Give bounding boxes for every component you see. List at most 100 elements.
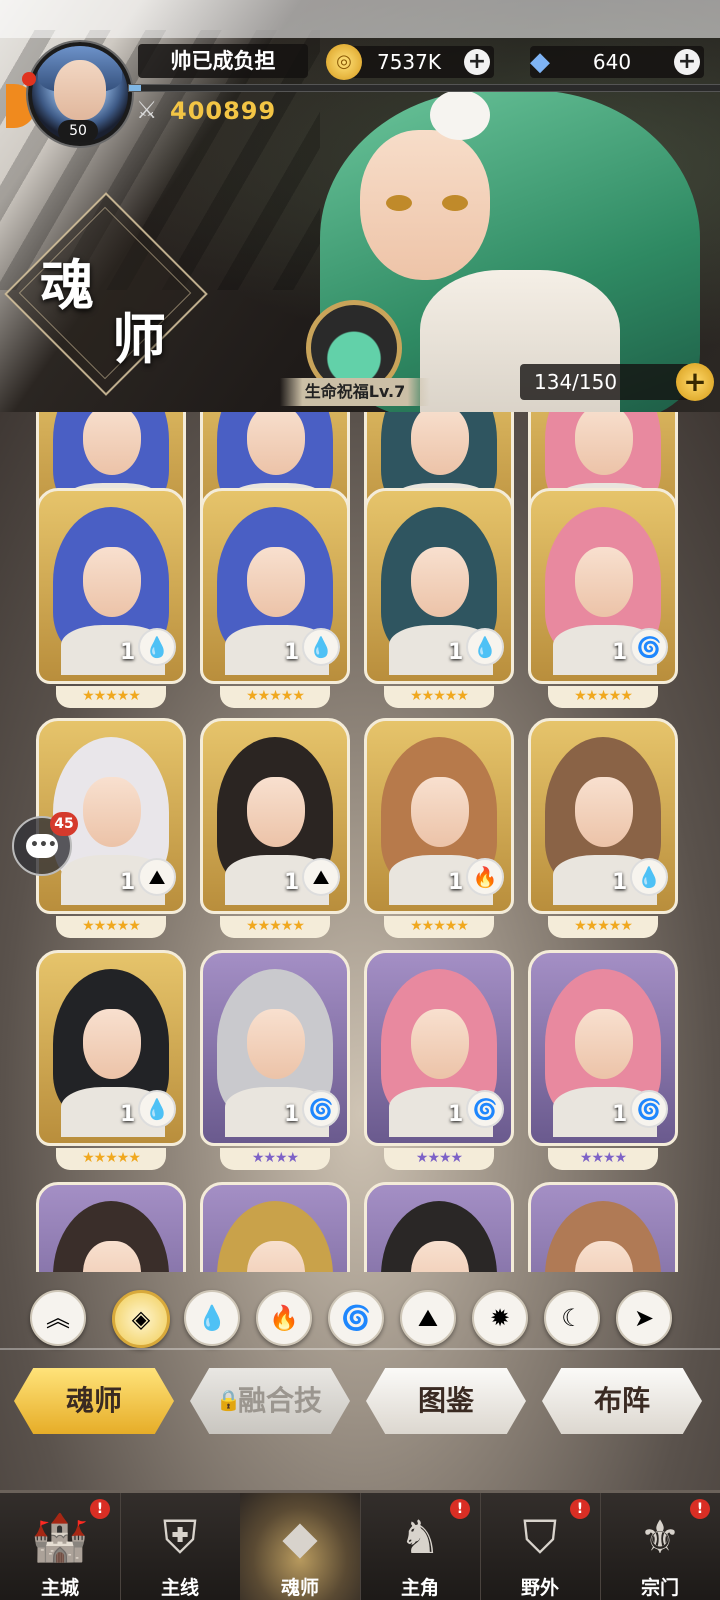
wind-element-icon: 🌀 <box>466 1090 504 1128</box>
tab-soul-master[interactable]: 魂师 <box>14 1368 174 1434</box>
character-card[interactable]: 1 🌀 ★★★★ <box>364 950 514 1172</box>
game-screen: 魂 师 50 帅已成负担 ⚔ 400899 ◎ 7537K + ◆ 640 + … <box>0 0 720 1600</box>
character-card[interactable]: 1 💧 ★★★★★ <box>36 950 186 1172</box>
wind-element-icon: 🌀 <box>630 1090 668 1128</box>
bottom-nav: 🏰 主城! ⛨ 主线 ◆ 魂师 ♞ 主角! ⛉ 野外! ⚜ 宗门! <box>0 1490 720 1600</box>
life-blessing[interactable]: 生命祝福Lv.7 <box>280 300 430 412</box>
page-title-line1: 魂 <box>40 253 94 317</box>
filter-wind-icon[interactable]: 🌀 <box>328 1290 384 1346</box>
add-gold-button[interactable]: + <box>464 49 490 75</box>
tab-fusion-skill[interactable]: 🔒 融合技 <box>190 1368 350 1434</box>
filter-all-icon[interactable]: ◈ <box>112 1290 170 1348</box>
diamond-counter: ◆ 640 + <box>530 46 704 78</box>
filter-up-arrows-icon[interactable]: ︽ <box>30 1290 86 1346</box>
card-stars: ★★★★★ <box>220 686 330 708</box>
character-card[interactable] <box>36 1182 186 1272</box>
hero-banner: 魂 师 50 帅已成负担 ⚔ 400899 ◎ 7537K + ◆ 640 + … <box>0 0 720 420</box>
chat-dots: ••• <box>30 837 57 853</box>
character-card[interactable]: 1 💧 ★★★★★ <box>364 488 514 710</box>
expand-capacity-button[interactable]: + <box>676 363 714 401</box>
card-level: 1 <box>612 1102 628 1127</box>
character-grid[interactable]: 1 💧 ★★★★★ 1 💧 ★★★★★ 1 💧 ★★★★★ 1 🌀 ★★★★★ 1 ⛰ ★★★★★ 1 ⛰ ★★★… <box>0 412 720 1272</box>
player-name: 帅已成负担 <box>138 44 308 78</box>
chat-unread-badge: 45 <box>50 812 78 836</box>
character-portrait <box>381 1201 497 1272</box>
water-element-icon: 💧 <box>138 628 176 666</box>
water-element-icon: 💧 <box>466 628 504 666</box>
alert-badge: ! <box>570 1499 590 1519</box>
tab-soul-master-label: 魂师 <box>65 1384 122 1417</box>
capacity-value: 134/150 <box>534 370 618 394</box>
card-stars: ★★★★★ <box>548 916 658 938</box>
chat-button[interactable]: ••• 45 <box>12 812 78 876</box>
nav-wild[interactable]: ⛉ 野外! <box>480 1493 601 1600</box>
filter-light-icon[interactable]: ✹ <box>472 1290 528 1346</box>
character-card[interactable]: 1 🔥 ★★★★★ <box>364 718 514 940</box>
character-card[interactable]: 1 💧 ★★★★★ <box>36 488 186 710</box>
character-card[interactable]: 1 🌀 ★★★★ <box>528 950 678 1172</box>
card-level: 1 <box>448 1102 464 1127</box>
card-frame <box>36 1182 186 1272</box>
status-bar <box>0 0 720 38</box>
character-card[interactable] <box>200 1182 350 1272</box>
page-title: 魂 师 <box>40 255 200 369</box>
nav-hero[interactable]: ♞ 主角! <box>360 1493 481 1600</box>
element-filter-row: ︽ ◈ 💧 🔥 🌀 ⛰ ✹ ☾ ➤ <box>0 1290 720 1350</box>
card-stars: ★★★★★ <box>56 686 166 708</box>
page-title-line2: 师 <box>112 307 166 371</box>
add-diamond-button[interactable]: + <box>674 49 700 75</box>
card-level: 1 <box>448 640 464 665</box>
fire-element-icon: 🔥 <box>466 858 504 896</box>
filter-water-icon[interactable]: 💧 <box>184 1290 240 1346</box>
filter-fire-icon[interactable]: 🔥 <box>256 1290 312 1346</box>
gold-coin-icon: ◎ <box>326 44 362 80</box>
tab-formation[interactable]: 布阵 <box>542 1368 702 1434</box>
filter-special-icon[interactable]: ➤ <box>616 1290 672 1346</box>
character-card[interactable]: 1 💧 ★★★★★ <box>528 718 678 940</box>
nav-label: 主城 <box>40 1577 79 1599</box>
nav-sect[interactable]: ⚜ 宗门! <box>600 1493 720 1600</box>
character-card[interactable]: 1 💧 ★★★★★ <box>200 488 350 710</box>
card-level: 1 <box>284 640 300 665</box>
exp-bar-fill <box>129 85 141 91</box>
card-level: 1 <box>120 870 136 895</box>
water-element-icon: 💧 <box>302 628 340 666</box>
alert-badge: ! <box>450 1499 470 1519</box>
soul-master-icon: ◆ <box>282 1510 318 1564</box>
hero-icon: ♞ <box>399 1510 441 1564</box>
filter-dark-icon[interactable]: ☾ <box>544 1290 600 1346</box>
blessing-label: 生命祝福Lv.7 <box>280 378 430 406</box>
player-level: 50 <box>58 120 98 142</box>
character-card[interactable]: 1 🌀 ★★★★★ <box>528 488 678 710</box>
mainline-icon: ⛨ <box>162 1510 198 1564</box>
card-stars: ★★★★★ <box>56 916 166 938</box>
sub-tabs: 魂师 🔒 融合技 图鉴 布阵 <box>0 1368 720 1438</box>
alert-badge: ! <box>90 1499 110 1519</box>
filter-earth-icon[interactable]: ⛰ <box>400 1290 456 1346</box>
card-frame <box>528 1182 678 1272</box>
alert-badge: ! <box>690 1499 710 1519</box>
tab-fusion-skill-label: 融合技 <box>237 1384 322 1417</box>
nav-soul-master[interactable]: ◆ 魂师 <box>240 1493 361 1600</box>
character-portrait <box>217 1201 333 1272</box>
nav-mainline[interactable]: ⛨ 主线 <box>120 1493 241 1600</box>
tab-formation-label: 布阵 <box>593 1384 650 1417</box>
nav-castle[interactable]: 🏰 主城! <box>0 1493 121 1600</box>
character-card[interactable]: 1 🌀 ★★★★ <box>200 950 350 1172</box>
card-stars: ★★★★★ <box>56 1148 166 1170</box>
tab-gallery[interactable]: 图鉴 <box>366 1368 526 1434</box>
character-card[interactable] <box>528 1182 678 1272</box>
card-level: 1 <box>448 870 464 895</box>
character-card[interactable] <box>364 1182 514 1272</box>
gold-counter: ◎ 7537K + <box>326 44 494 80</box>
card-stars: ★★★★★ <box>384 916 494 938</box>
character-card[interactable]: 1 ⛰ ★★★★★ <box>200 718 350 940</box>
card-level: 1 <box>284 1102 300 1127</box>
card-stars: ★★★★ <box>220 1148 330 1170</box>
card-frame <box>364 1182 514 1272</box>
card-stars: ★★★★★ <box>384 686 494 708</box>
nav-label: 主线 <box>160 1577 199 1599</box>
card-level: 1 <box>612 870 628 895</box>
roster-capacity: 134/150 + <box>520 363 714 401</box>
card-level: 1 <box>284 870 300 895</box>
